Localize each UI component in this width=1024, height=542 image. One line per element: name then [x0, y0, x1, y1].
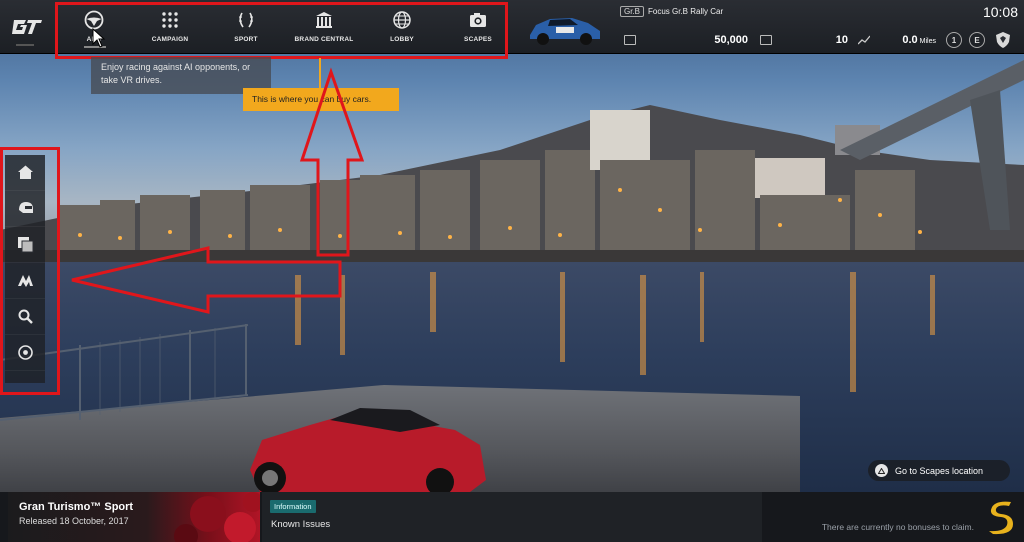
scapes-hint-label: Go to Scapes location: [895, 465, 984, 476]
promo-title: Gran Turismo™ Sport: [19, 501, 134, 513]
sportsmanship-rating-badge: E: [969, 32, 985, 48]
shield-emblem-icon: [996, 32, 1010, 48]
credits-value: 50,000: [714, 34, 748, 46]
information-text: Known Issues: [271, 519, 331, 530]
sport-s-logo-icon: [989, 501, 1013, 535]
level-icon: [760, 35, 772, 45]
car-status-panel: Gr.B Focus Gr.B Rally Car 10:08 50,000 1…: [516, 0, 1024, 54]
driver-rank-badge: 1: [946, 32, 962, 48]
current-car-thumbnail[interactable]: [526, 9, 604, 47]
brand-central-tooltip-stem: [319, 58, 321, 88]
gt-logo-underline: [16, 44, 34, 46]
clock: 10:08: [982, 4, 1018, 20]
annotation-nav-highlight-box: [55, 2, 508, 59]
player-stats: 50,000 10 0.0 Miles 1 E: [624, 31, 1012, 49]
brand-central-tooltip: This is where you can buy cars.: [243, 88, 399, 111]
promo-release-date: Released 18 October, 2017: [19, 516, 129, 526]
car-name: Focus Gr.B Rally Car: [648, 7, 724, 16]
level-value: 10: [835, 34, 848, 46]
credits-icon: [624, 35, 636, 45]
promo-banner[interactable]: Gran Turismo™ Sport Released 18 October,…: [8, 492, 260, 542]
mileage-value: 0.0 Miles: [902, 34, 936, 46]
car-class-badge: Gr.B: [620, 6, 645, 17]
mileage-graph-icon: [858, 35, 870, 45]
go-to-scapes-button[interactable]: Go to Scapes location: [868, 460, 1010, 481]
gt-logo-icon[interactable]: [10, 14, 44, 40]
mouse-cursor-icon: [92, 28, 106, 48]
annotation-sidebar-highlight-box: [0, 147, 60, 395]
information-panel[interactable]: Information Known Issues: [262, 492, 762, 542]
bottom-bar: Gran Turismo™ Sport Released 18 October,…: [0, 492, 1024, 542]
information-badge: Information: [270, 500, 316, 513]
triangle-button-icon: [875, 464, 888, 477]
bonus-status-text: There are currently no bonuses to claim.: [821, 522, 974, 532]
